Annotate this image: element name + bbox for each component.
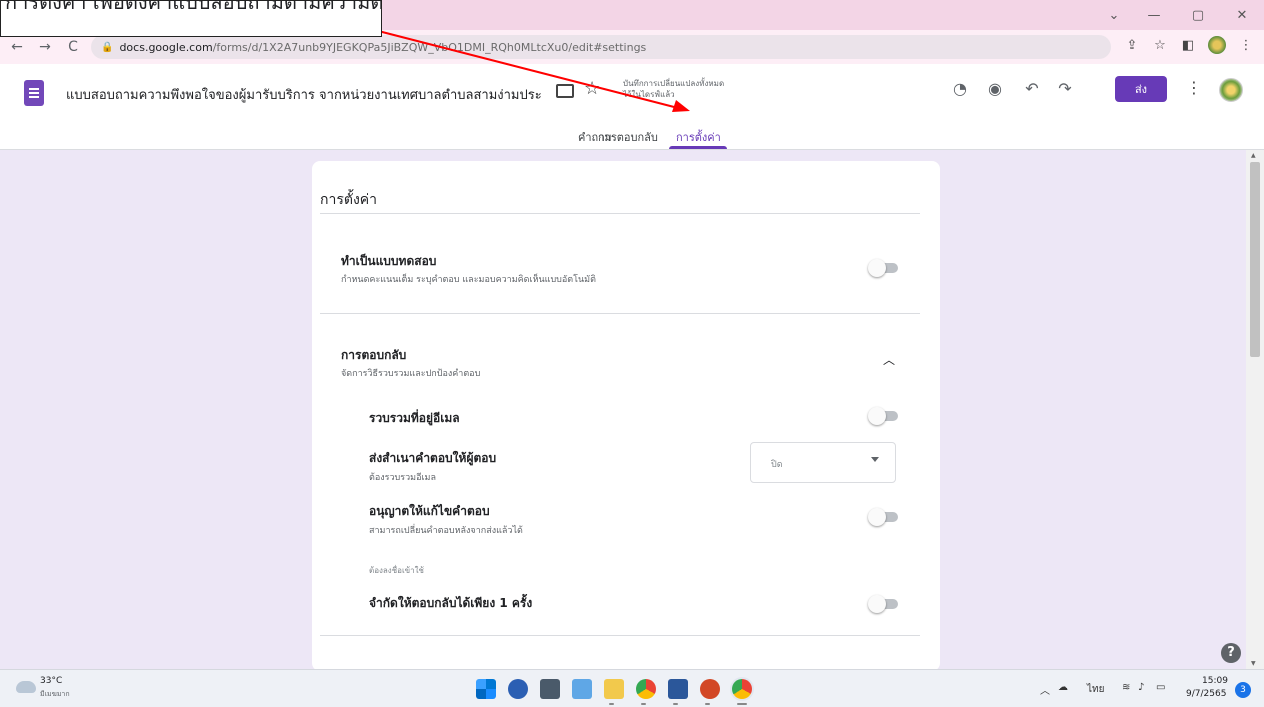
clock-date[interactable]: 9/7/2565 — [1186, 689, 1226, 699]
avatar[interactable] — [1219, 78, 1243, 102]
undo-icon[interactable]: ↶ — [1022, 79, 1042, 99]
chat-icon[interactable] — [508, 679, 528, 699]
file-explorer-icon[interactable] — [604, 679, 624, 699]
windows-taskbar: 33°C มีเมฆมาก ︿ ☁ ไทย ≋ ♪ ▭ 15:09 9/7/25… — [0, 669, 1264, 707]
settings-card: การตั้งค่า ทำเป็นแบบทดสอบ กำหนดคะแนนเต็ม… — [312, 161, 940, 671]
active-tab-indicator — [669, 146, 727, 149]
saved-status-line2: ไว้ในไดรฟ์แล้ว — [623, 90, 675, 99]
responses-subtitle: จัดการวิธีรวบรวมและปกป้องคำตอบ — [341, 369, 481, 379]
send-copy-dropdown[interactable]: ปิด — [750, 442, 896, 483]
bookmark-star-icon[interactable]: ☆ — [1152, 38, 1168, 53]
back-icon[interactable]: ← — [6, 36, 28, 58]
url-host: docs.google.com — [119, 40, 213, 54]
onedrive-icon[interactable]: ☁ — [1058, 682, 1068, 693]
settings-title: การตั้งค่า — [320, 192, 378, 208]
close-icon[interactable]: ✕ — [1220, 0, 1264, 30]
dropdown-caret-icon — [871, 457, 879, 462]
limit-one-toggle[interactable] — [868, 595, 900, 613]
address-bar[interactable]: 🔒 docs.google.com/forms/d/1X2A7unb9YJEGK… — [91, 35, 1111, 59]
chevron-up-icon[interactable]: ︿ — [883, 351, 895, 368]
volume-icon[interactable]: ♪ — [1138, 682, 1144, 693]
quiz-title: ทำเป็นแบบทดสอบ — [341, 254, 437, 268]
url-path: /forms/d/1X2A7unb9YJEGKQPa5JiBZQW_VbO1DM… — [212, 40, 647, 54]
allow-edit-title: อนุญาตให้แก้ไขคำตอบ — [369, 504, 490, 518]
scroll-down-icon[interactable]: ▼ — [1251, 660, 1256, 667]
running-indicator — [609, 703, 614, 705]
limit-one-title: จำกัดให้ตอบกลับได้เพียง 1 ครั้ง — [369, 596, 533, 610]
send-copy-title: ส่งสำเนาคำตอบให้ผู้ตอบ — [369, 451, 497, 465]
tab-search-icon[interactable]: ⌄ — [1096, 0, 1132, 30]
send-copy-subtitle: ต้องรวบรวมอีเมล — [369, 473, 436, 483]
page-scrollbar[interactable]: ▲ ▼ — [1246, 150, 1264, 669]
palette-icon[interactable]: ◔ — [950, 79, 970, 99]
collect-email-toggle[interactable] — [868, 407, 900, 425]
chrome-icon[interactable] — [732, 679, 752, 699]
tray-overflow-icon[interactable]: ︿ — [1040, 682, 1050, 697]
instruction-callout: การตั้งค่า เพื่อตั้งค่าแบบสอบถามตามความต… — [0, 0, 382, 37]
running-indicator — [641, 703, 646, 705]
tab-settings[interactable]: การตั้งค่า — [676, 128, 721, 146]
forms-logo-icon[interactable] — [24, 80, 44, 106]
divider — [320, 213, 920, 214]
collect-email-title: รวบรวมที่อยู่อีเมล — [369, 411, 460, 425]
cloud-icon[interactable] — [16, 681, 36, 693]
folder-icon[interactable] — [556, 84, 574, 98]
chrome-icon[interactable] — [636, 679, 656, 699]
help-icon[interactable]: ? — [1221, 643, 1241, 663]
saved-status-line1: บันทึกการเปลี่ยนแปลงทั้งหมด — [623, 79, 725, 88]
preview-eye-icon[interactable]: ◉ — [985, 79, 1005, 99]
running-indicator — [705, 703, 710, 705]
share-icon[interactable]: ⇪ — [1124, 38, 1140, 53]
weather-temp[interactable]: 33°C — [40, 676, 62, 686]
browser-menu-icon[interactable]: ⋮ — [1238, 38, 1254, 53]
allow-edit-toggle[interactable] — [868, 508, 900, 526]
window-controls: ⌄ — ▢ ✕ — [1096, 0, 1264, 30]
quiz-subtitle: กำหนดคะแนนเต็ม ระบุคำตอบ และมอบความคิดเห… — [341, 275, 596, 285]
dropdown-value: ปิด — [771, 460, 783, 470]
notification-badge[interactable]: 3 — [1235, 682, 1251, 698]
allow-edit-subtitle: สามารถเปลี่ยนคำตอบหลังจากส่งแล้วได้ — [369, 526, 523, 536]
minimize-icon[interactable]: — — [1132, 0, 1176, 30]
photos-icon[interactable] — [572, 679, 592, 699]
more-vert-icon[interactable]: ⋮ — [1186, 78, 1202, 97]
quiz-toggle[interactable] — [868, 259, 900, 277]
divider — [320, 635, 920, 636]
scroll-up-icon[interactable]: ▲ — [1251, 152, 1256, 159]
responses-title: การตอบกลับ — [341, 348, 407, 362]
calculator-icon[interactable] — [540, 679, 560, 699]
lock-icon: 🔒 — [101, 41, 114, 53]
clock-time[interactable]: 15:09 — [1202, 676, 1228, 686]
saved-status: บันทึกการเปลี่ยนแปลงทั้งหมด ไว้ในไดรฟ์แล… — [623, 78, 724, 100]
sidepanel-icon[interactable]: ◧ — [1180, 38, 1196, 53]
tab-responses[interactable]: การตอบกลับ — [598, 128, 658, 146]
powerpoint-icon[interactable] — [700, 679, 720, 699]
signin-note: ต้องลงชื่อเข้าใช้ — [369, 566, 424, 575]
word-icon[interactable] — [668, 679, 688, 699]
profile-icon[interactable] — [1208, 36, 1226, 54]
scroll-thumb[interactable] — [1250, 162, 1260, 357]
windows-start-icon[interactable] — [476, 679, 496, 699]
star-icon[interactable]: ☆ — [584, 78, 600, 99]
reload-icon[interactable]: C — [62, 36, 84, 58]
redo-icon[interactable]: ↷ — [1055, 79, 1075, 99]
running-indicator — [673, 703, 678, 705]
divider — [320, 313, 920, 314]
maximize-icon[interactable]: ▢ — [1176, 0, 1220, 30]
forward-icon[interactable]: → — [34, 36, 56, 58]
callout-text: การตั้งค่า เพื่อตั้งค่าแบบสอบถามตามความต… — [5, 0, 381, 14]
running-indicator — [737, 703, 747, 705]
forms-header: แบบสอบถามความพึงพอใจของผู้มารับบริการ จา… — [0, 64, 1264, 150]
form-title[interactable]: แบบสอบถามความพึงพอใจของผู้มารับบริการ จา… — [66, 84, 542, 105]
battery-icon[interactable]: ▭ — [1156, 682, 1165, 693]
send-button[interactable]: ส่ง — [1115, 76, 1167, 102]
weather-desc[interactable]: มีเมฆมาก — [40, 689, 70, 700]
wifi-icon[interactable]: ≋ — [1122, 682, 1130, 693]
language-indicator[interactable]: ไทย — [1087, 682, 1104, 697]
